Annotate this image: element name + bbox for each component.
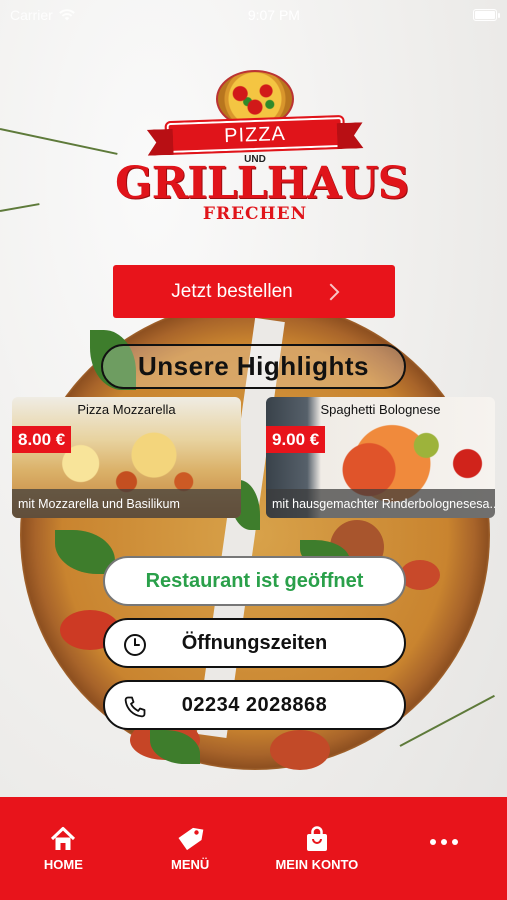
opening-hours-button[interactable]: Öffnungszeiten	[103, 618, 406, 668]
logo-ribbon: PIZZA	[166, 116, 344, 154]
dish-name: Pizza Mozzarella	[77, 402, 176, 417]
clock-icon	[124, 634, 146, 656]
restaurant-logo: PIZZA UND GRILLHAUS FRECHEN	[115, 62, 409, 232]
bottom-tab-bar: HOME MENÜ MEIN KONTO	[0, 797, 507, 900]
wifi-icon	[58, 9, 75, 21]
tab-menu[interactable]: MENÜ	[145, 825, 235, 872]
dish-name: Spaghetti Bolognese	[320, 402, 441, 417]
phone-number: 02234 2028868	[181, 693, 328, 716]
opening-hours-label: Öffnungszeiten	[181, 631, 328, 654]
logo-city: FRECHEN	[202, 204, 308, 224]
tab-home[interactable]: HOME	[18, 825, 108, 872]
price-badge: 9.00 €	[266, 426, 326, 453]
bag-icon	[306, 826, 327, 851]
tab-more[interactable]	[399, 825, 489, 845]
home-icon	[51, 827, 76, 850]
highlights-title: Unsere Highlights	[101, 344, 406, 389]
clock: 9:07 PM	[247, 7, 300, 23]
highlight-card[interactable]: Pizza Mozzarella 8.00 € mit Mozzarella u…	[12, 397, 241, 518]
highlight-card[interactable]: Spaghetti Bolognese 9.00 € mit hausgemac…	[266, 397, 495, 518]
order-now-label: Jetzt bestellen	[171, 280, 293, 302]
tag-icon	[178, 827, 204, 851]
tab-account[interactable]: MEIN KONTO	[272, 825, 362, 872]
phone-icon	[124, 696, 146, 718]
tab-home-label: HOME	[43, 857, 83, 872]
tab-account-label: MEIN KONTO	[275, 857, 359, 872]
logo-name: GRILLHAUS	[115, 158, 409, 209]
open-status-badge: Restaurant ist geöffnet	[103, 556, 406, 606]
battery-icon	[472, 9, 500, 21]
dish-description: mit Mozzarella und Basilikum	[12, 489, 241, 518]
more-icon	[429, 839, 458, 845]
carrier-label: Carrier	[10, 7, 53, 23]
order-now-button[interactable]: Jetzt bestellen	[113, 265, 395, 318]
dish-description: mit hausgemachter Rinderbolognesesa...	[266, 489, 495, 518]
status-bar: Carrier 9:07 PM	[0, 0, 507, 30]
tab-menu-label: MENÜ	[170, 857, 210, 872]
phone-button[interactable]: 02234 2028868	[103, 680, 406, 730]
chevron-right-icon	[322, 283, 340, 300]
price-badge: 8.00 €	[12, 426, 72, 453]
